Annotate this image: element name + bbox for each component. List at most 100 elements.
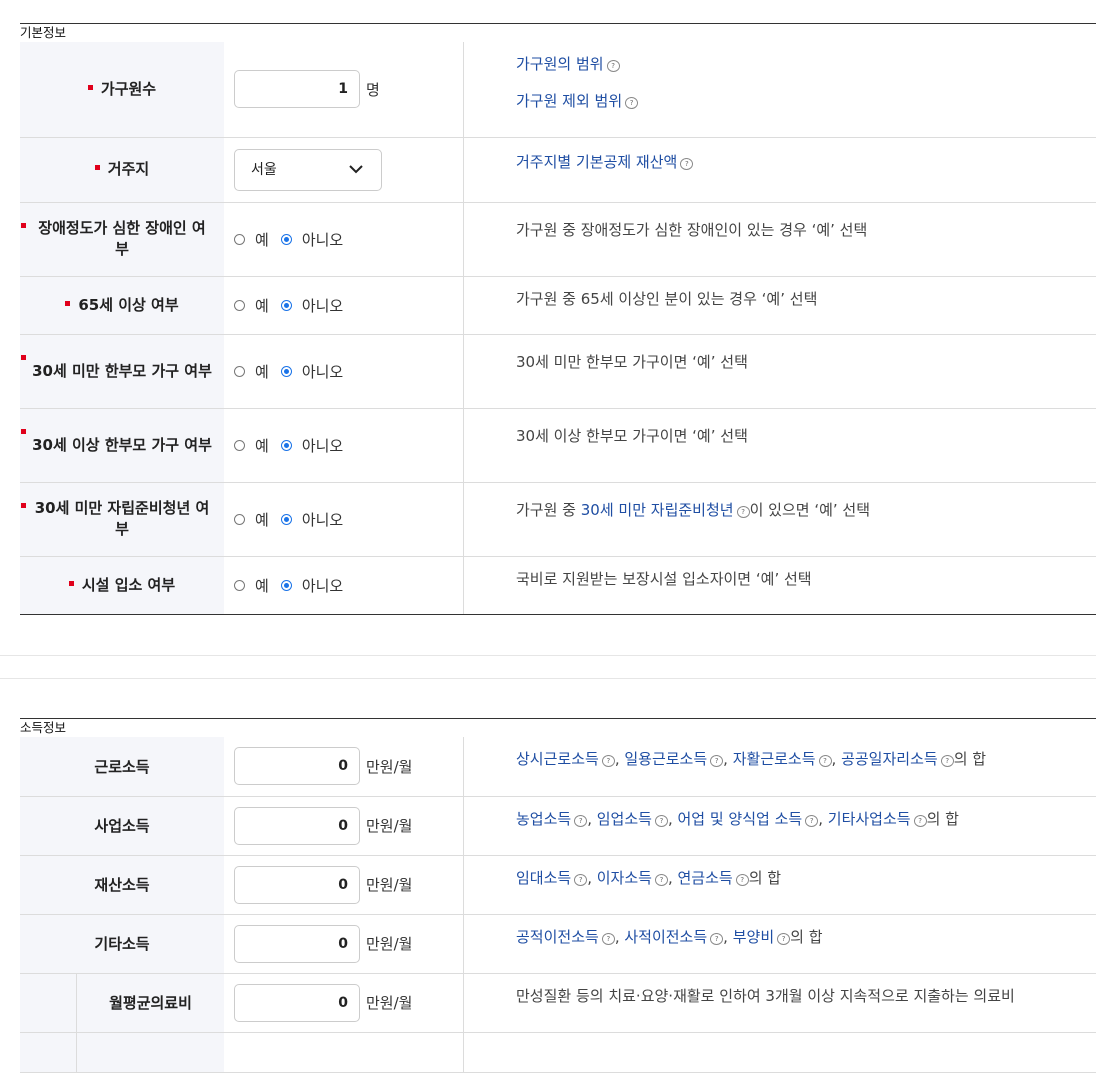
help-icon[interactable]: ?: [805, 815, 818, 827]
youth-no-option[interactable]: 아니오: [281, 509, 343, 530]
radio-button-selected[interactable]: [281, 300, 292, 311]
youth-input-cell: 예 아니오: [224, 482, 464, 556]
help-icon[interactable]: ?: [607, 60, 620, 72]
radio-button-selected[interactable]: [281, 234, 292, 245]
help-icon[interactable]: ?: [941, 755, 954, 767]
medical-expense-label: 월평균의료비: [77, 974, 225, 1033]
over65-no-option[interactable]: 아니오: [281, 295, 343, 316]
residence-select-value: 서울: [251, 162, 277, 178]
radio-button[interactable]: [234, 514, 245, 525]
household-range-link[interactable]: 가구원의 범위: [516, 55, 604, 73]
radio-button-selected[interactable]: [281, 580, 292, 591]
other-income-desc: 공적이전소득?, 사적이전소득?, 부양비?의 합: [464, 914, 1096, 973]
over65-radio-group: 예 아니오: [234, 295, 463, 316]
help-icon[interactable]: ?: [574, 815, 587, 827]
unit-label: 만원/월: [366, 758, 412, 776]
help-icon[interactable]: ?: [655, 874, 668, 886]
youth-row: 30세 미만 자립준비청년 여부 예 아니오 가구원 중 30세 미만 자립준비…: [20, 482, 1096, 556]
single-under30-no-option[interactable]: 아니오: [281, 361, 343, 382]
help-icon[interactable]: ?: [777, 933, 790, 945]
help-icon[interactable]: ?: [602, 933, 615, 945]
unit-label: 만원/월: [366, 994, 412, 1012]
self-support-work-income-link[interactable]: 자활근로소득: [733, 750, 816, 768]
fishery-income-link[interactable]: 어업 및 양식업 소득: [678, 810, 803, 828]
help-icon[interactable]: ?: [914, 815, 927, 827]
facility-label: 시설 입소 여부: [82, 575, 175, 596]
help-icon[interactable]: ?: [736, 874, 749, 886]
radio-button-selected[interactable]: [281, 514, 292, 525]
divider: [0, 655, 1096, 656]
radio-button[interactable]: [234, 300, 245, 311]
income-sub-table: 월평균의료비 0만원/월 만성질환 등의 치료·요양·재활로 인하여 3개월 이…: [20, 974, 1096, 1073]
business-income-input[interactable]: 0: [234, 807, 360, 845]
farming-income-link[interactable]: 농업소득: [516, 810, 571, 828]
radio-button[interactable]: [234, 366, 245, 377]
other-income-input[interactable]: 0: [234, 925, 360, 963]
radio-button-selected[interactable]: [281, 366, 292, 377]
radio-button[interactable]: [234, 234, 245, 245]
property-income-input[interactable]: 0: [234, 866, 360, 904]
earned-income-input[interactable]: 0: [234, 747, 360, 785]
medical-expense-input[interactable]: 0: [234, 984, 360, 1022]
household-exclusion-link[interactable]: 가구원 제외 범위: [516, 92, 622, 110]
residence-select[interactable]: 서울: [234, 149, 382, 191]
radio-label: 아니오: [302, 295, 343, 316]
help-icon[interactable]: ?: [602, 755, 615, 767]
over65-input-cell: 예 아니오: [224, 276, 464, 334]
help-icon[interactable]: ?: [574, 874, 587, 886]
next-row-label: [77, 1033, 225, 1073]
other-business-income-link[interactable]: 기타사업소득: [828, 810, 911, 828]
disabled-input-cell: 예 아니오: [224, 202, 464, 276]
radio-label: 아니오: [302, 361, 343, 382]
disabled-row: 장애정도가 심한 장애인 여부 예 아니오 가구원 중 장애정도가 심한 장애인…: [20, 202, 1096, 276]
chevron-down-icon: [349, 164, 363, 174]
help-icon[interactable]: ?: [710, 933, 723, 945]
youth-label: 30세 미만 자립준비청년 여부: [32, 498, 212, 540]
public-job-income-link[interactable]: 공공일자리소득: [841, 750, 938, 768]
required-marker: [88, 85, 93, 90]
required-marker: [21, 223, 26, 228]
single-over30-desc: 30세 이상 한부모 가구이면 ‘예’ 선택: [464, 408, 1096, 482]
regular-work-income-link[interactable]: 상시근로소득: [516, 750, 599, 768]
public-transfer-income-link[interactable]: 공적이전소득: [516, 928, 599, 946]
private-transfer-income-link[interactable]: 사적이전소득: [624, 928, 707, 946]
disabled-no-option[interactable]: 아니오: [281, 229, 343, 250]
radio-button[interactable]: [234, 580, 245, 591]
facility-yes-option[interactable]: 예: [234, 575, 269, 596]
sum-suffix: 의 합: [749, 869, 781, 887]
over65-label: 65세 이상 여부: [78, 295, 178, 316]
help-icon[interactable]: ?: [737, 506, 750, 518]
help-icon[interactable]: ?: [680, 158, 693, 170]
radio-label: 예: [255, 435, 269, 456]
youth-yes-option[interactable]: 예: [234, 509, 269, 530]
over65-row: 65세 이상 여부 예 아니오 가구원 중 65세 이상인 분이 있는 경우 ‘…: [20, 276, 1096, 334]
help-icon[interactable]: ?: [655, 815, 668, 827]
facility-no-option[interactable]: 아니오: [281, 575, 343, 596]
disabled-yes-option[interactable]: 예: [234, 229, 269, 250]
single-over30-no-option[interactable]: 아니오: [281, 435, 343, 456]
forestry-income-link[interactable]: 임업소득: [597, 810, 652, 828]
required-marker: [21, 503, 26, 508]
disabled-radio-group: 예 아니오: [234, 229, 463, 250]
disabled-label: 장애정도가 심한 장애인 여부: [32, 218, 212, 260]
help-icon[interactable]: ?: [710, 755, 723, 767]
single-over30-yes-option[interactable]: 예: [234, 435, 269, 456]
radio-button-selected[interactable]: [281, 440, 292, 451]
over65-yes-option[interactable]: 예: [234, 295, 269, 316]
interest-income-link[interactable]: 이자소득: [597, 869, 652, 887]
over65-label-cell: 65세 이상 여부: [20, 276, 224, 334]
household-count-input[interactable]: 1: [234, 70, 360, 108]
residence-deduction-link[interactable]: 거주지별 기본공제 재산액: [516, 153, 677, 171]
radio-button[interactable]: [234, 440, 245, 451]
other-income-row: 기타소득 0만원/월 공적이전소득?, 사적이전소득?, 부양비?의 합: [20, 914, 1096, 973]
youth-link[interactable]: 30세 미만 자립준비청년: [581, 501, 734, 519]
next-row-partial: [20, 1033, 1096, 1073]
help-icon[interactable]: ?: [819, 755, 832, 767]
support-cost-link[interactable]: 부양비: [733, 928, 774, 946]
help-icon[interactable]: ?: [625, 97, 638, 109]
daily-work-income-link[interactable]: 일용근로소득: [624, 750, 707, 768]
rental-income-link[interactable]: 임대소득: [516, 869, 571, 887]
pension-income-link[interactable]: 연금소득: [678, 869, 733, 887]
single-under30-yes-option[interactable]: 예: [234, 361, 269, 382]
facility-desc: 국비로 지원받는 보장시설 입소자이면 ‘예’ 선택: [464, 556, 1096, 614]
